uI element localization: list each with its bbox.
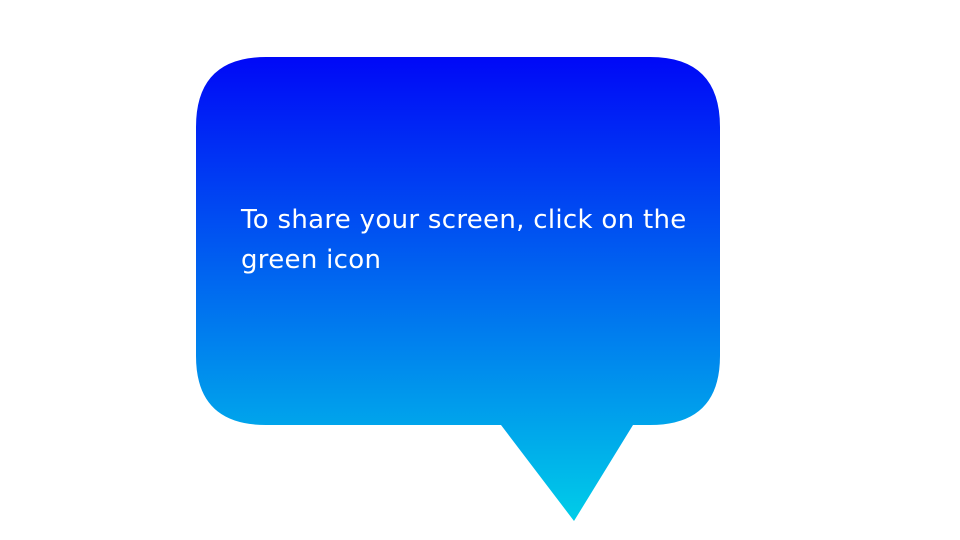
bubble-message: To share your screen, click on the green… [241, 205, 687, 275]
speech-bubble-body [196, 57, 720, 521]
speech-bubble: To share your screen, click on the green… [0, 0, 960, 540]
